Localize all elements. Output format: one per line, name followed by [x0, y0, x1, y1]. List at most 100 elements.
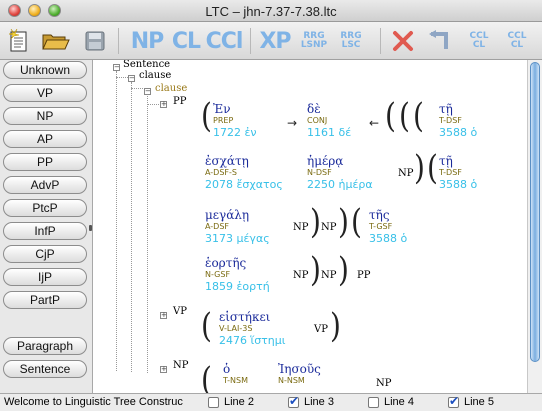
np-tag[interactable]: NP — [321, 270, 336, 281]
close-paren: ) — [330, 305, 341, 346]
close-paren: ) — [310, 201, 321, 242]
word-6[interactable]: τῇ T-DSF 3588 ὁ — [439, 154, 477, 191]
word-8[interactable]: τῆς T-GSF 3588 ὁ — [369, 208, 407, 245]
line5-checkbox[interactable] — [448, 394, 459, 408]
tree-node-np[interactable]: NP — [173, 360, 188, 371]
title-bar: LTC – jhn-7.37-7.38.ltc — [0, 0, 542, 22]
open-paren: ( — [413, 95, 424, 136]
clause-collapse-toggle[interactable]: − — [128, 75, 135, 82]
tree-view[interactable]: − Sentence − clause − clause + PP + VP +… — [92, 60, 527, 393]
close-paren: ) — [414, 147, 425, 188]
word-2[interactable]: δὲ CONJ 1161 δέ — [307, 102, 351, 139]
rrg-lsnp-toolbar-button[interactable]: RRG LSNP — [297, 26, 331, 56]
line3-checkbox[interactable] — [288, 394, 299, 408]
word-5[interactable]: ἡμέρᾳ N-DSF 2250 ἡμέρα — [307, 154, 373, 191]
word-greek: ὁ — [223, 362, 231, 376]
vertical-scrollbar[interactable] — [527, 60, 542, 393]
np-tag[interactable]: NP — [293, 222, 308, 233]
partp-button[interactable]: PartP — [3, 291, 87, 309]
infp-button[interactable]: InfP — [3, 222, 87, 240]
word-11[interactable]: ὁ T-NSM — [223, 362, 248, 386]
clause2-collapse-toggle[interactable]: − — [144, 88, 151, 95]
word-parse: CONJ — [307, 116, 328, 125]
new-document-icon[interactable] — [6, 26, 32, 56]
word-lemma: 1859 ἑορτή — [205, 280, 270, 293]
cjp-button[interactable]: CjP — [3, 245, 87, 263]
np-tag[interactable]: NP — [293, 270, 308, 281]
vp-button[interactable]: VP — [3, 84, 87, 102]
word-parse: A-DSF — [205, 222, 230, 231]
arrow-right-icon: → — [287, 116, 298, 130]
line3-label: Line 3 — [304, 396, 334, 408]
np-tag[interactable]: NP — [398, 168, 413, 179]
rrg-lsnp-line2: LSNP — [300, 40, 328, 50]
vp-tag[interactable]: VP — [314, 324, 328, 335]
word-parse: N-GSF — [205, 270, 231, 279]
np-toolbar-button[interactable]: NP — [130, 26, 165, 56]
word-parse: A-DSF-S — [205, 168, 237, 177]
vp-expand-toggle[interactable]: + — [160, 312, 167, 319]
ap-button[interactable]: AP — [3, 130, 87, 148]
ccl-cl-toolbar-button-a[interactable]: CCL CL — [462, 26, 496, 56]
word-9[interactable]: ἑορτῆς N-GSF 1859 ἑορτή — [205, 256, 270, 293]
line2-label: Line 2 — [224, 396, 254, 408]
np-button[interactable]: NP — [3, 107, 87, 125]
status-message: Welcome to Linguistic Tree Construc — [4, 396, 183, 408]
line4-checkbox[interactable] — [368, 397, 379, 408]
undo-bracket-icon[interactable] — [424, 26, 454, 56]
np-tag[interactable]: NP — [321, 222, 336, 233]
word-12[interactable]: Ἰησοῦς N-NSM — [278, 362, 321, 386]
ijp-button[interactable]: IjP — [3, 268, 87, 286]
tree-node-clause-selected[interactable]: clause — [155, 83, 187, 94]
open-folder-icon[interactable] — [40, 26, 72, 56]
np-expand-toggle[interactable]: + — [160, 366, 167, 373]
tree-node-pp[interactable]: PP — [173, 96, 186, 107]
word-lemma: 3588 ὁ — [439, 178, 478, 191]
word-7[interactable]: μεγάλῃ A-DSF 3173 μέγας — [205, 208, 270, 245]
word-lemma: 2078 ἔσχατος — [205, 178, 283, 191]
word-parse: T-DSF — [439, 116, 462, 125]
xp-toolbar-button[interactable]: XP — [258, 26, 292, 56]
close-paren: ) — [338, 249, 349, 290]
word-lemma: 1722 ἐν — [213, 126, 257, 139]
word-parse: V-LAI-3S — [219, 324, 253, 333]
word-1[interactable]: Ἐν PREP 1722 ἐν — [213, 102, 257, 139]
pp-button[interactable]: PP — [3, 153, 87, 171]
pp-expand-toggle[interactable]: + — [160, 101, 167, 108]
line5-label: Line 5 — [464, 396, 494, 408]
close-paren: ) — [310, 249, 321, 290]
np-tag[interactable]: NP — [376, 378, 391, 389]
rrg-lsc-line2: LSC — [341, 40, 361, 50]
word-3[interactable]: τῇ T-DSF 3588 ὁ — [439, 102, 477, 139]
tree-node-clause[interactable]: clause — [139, 70, 171, 81]
sentence-collapse-toggle[interactable]: − — [113, 64, 120, 71]
line2-checkbox[interactable] — [208, 397, 219, 408]
arrow-left-icon: ← — [369, 116, 380, 130]
sentence-button[interactable]: Sentence — [3, 360, 87, 378]
ccl-cl-toolbar-button-b[interactable]: CCL CL — [500, 26, 534, 56]
phrase-button-panel: Unknown VP NP AP PP AdvP PtcP InfP CjP I… — [0, 60, 90, 393]
tree-node-vp[interactable]: VP — [173, 306, 187, 317]
ccl-a-line2: CL — [472, 40, 486, 50]
tree-node-sentence[interactable]: Sentence — [123, 60, 170, 70]
delete-x-icon[interactable] — [388, 26, 418, 56]
pp-tag[interactable]: PP — [357, 270, 370, 281]
word-lemma: 1161 δέ — [307, 126, 352, 139]
word-lemma: 2250 ἡμέρα — [307, 178, 373, 191]
cl-toolbar-button[interactable]: CL — [170, 26, 202, 56]
ccl-b-line2: CL — [510, 40, 524, 50]
unknown-button[interactable]: Unknown — [3, 61, 87, 79]
ccl-toolbar-button[interactable]: CCl — [206, 26, 244, 56]
word-4[interactable]: ἐσχάτῃ A-DSF-S 2078 ἔσχατος — [205, 154, 283, 191]
ptcp-button[interactable]: PtcP — [3, 199, 87, 217]
paragraph-button[interactable]: Paragraph — [3, 337, 87, 355]
word-greek: ἡμέρᾳ — [307, 154, 344, 168]
advp-button[interactable]: AdvP — [3, 176, 87, 194]
word-10[interactable]: εἱστήκει V-LAI-3S 2476 ἵστημι — [219, 310, 286, 347]
word-greek: τῇ — [439, 154, 453, 168]
save-disk-icon[interactable] — [82, 26, 108, 56]
rrg-lsc-toolbar-button[interactable]: RRG LSC — [335, 26, 367, 56]
word-greek: Ἰησοῦς — [278, 362, 321, 376]
word-parse: PREP — [213, 116, 234, 125]
scrollbar-thumb[interactable] — [530, 62, 540, 362]
